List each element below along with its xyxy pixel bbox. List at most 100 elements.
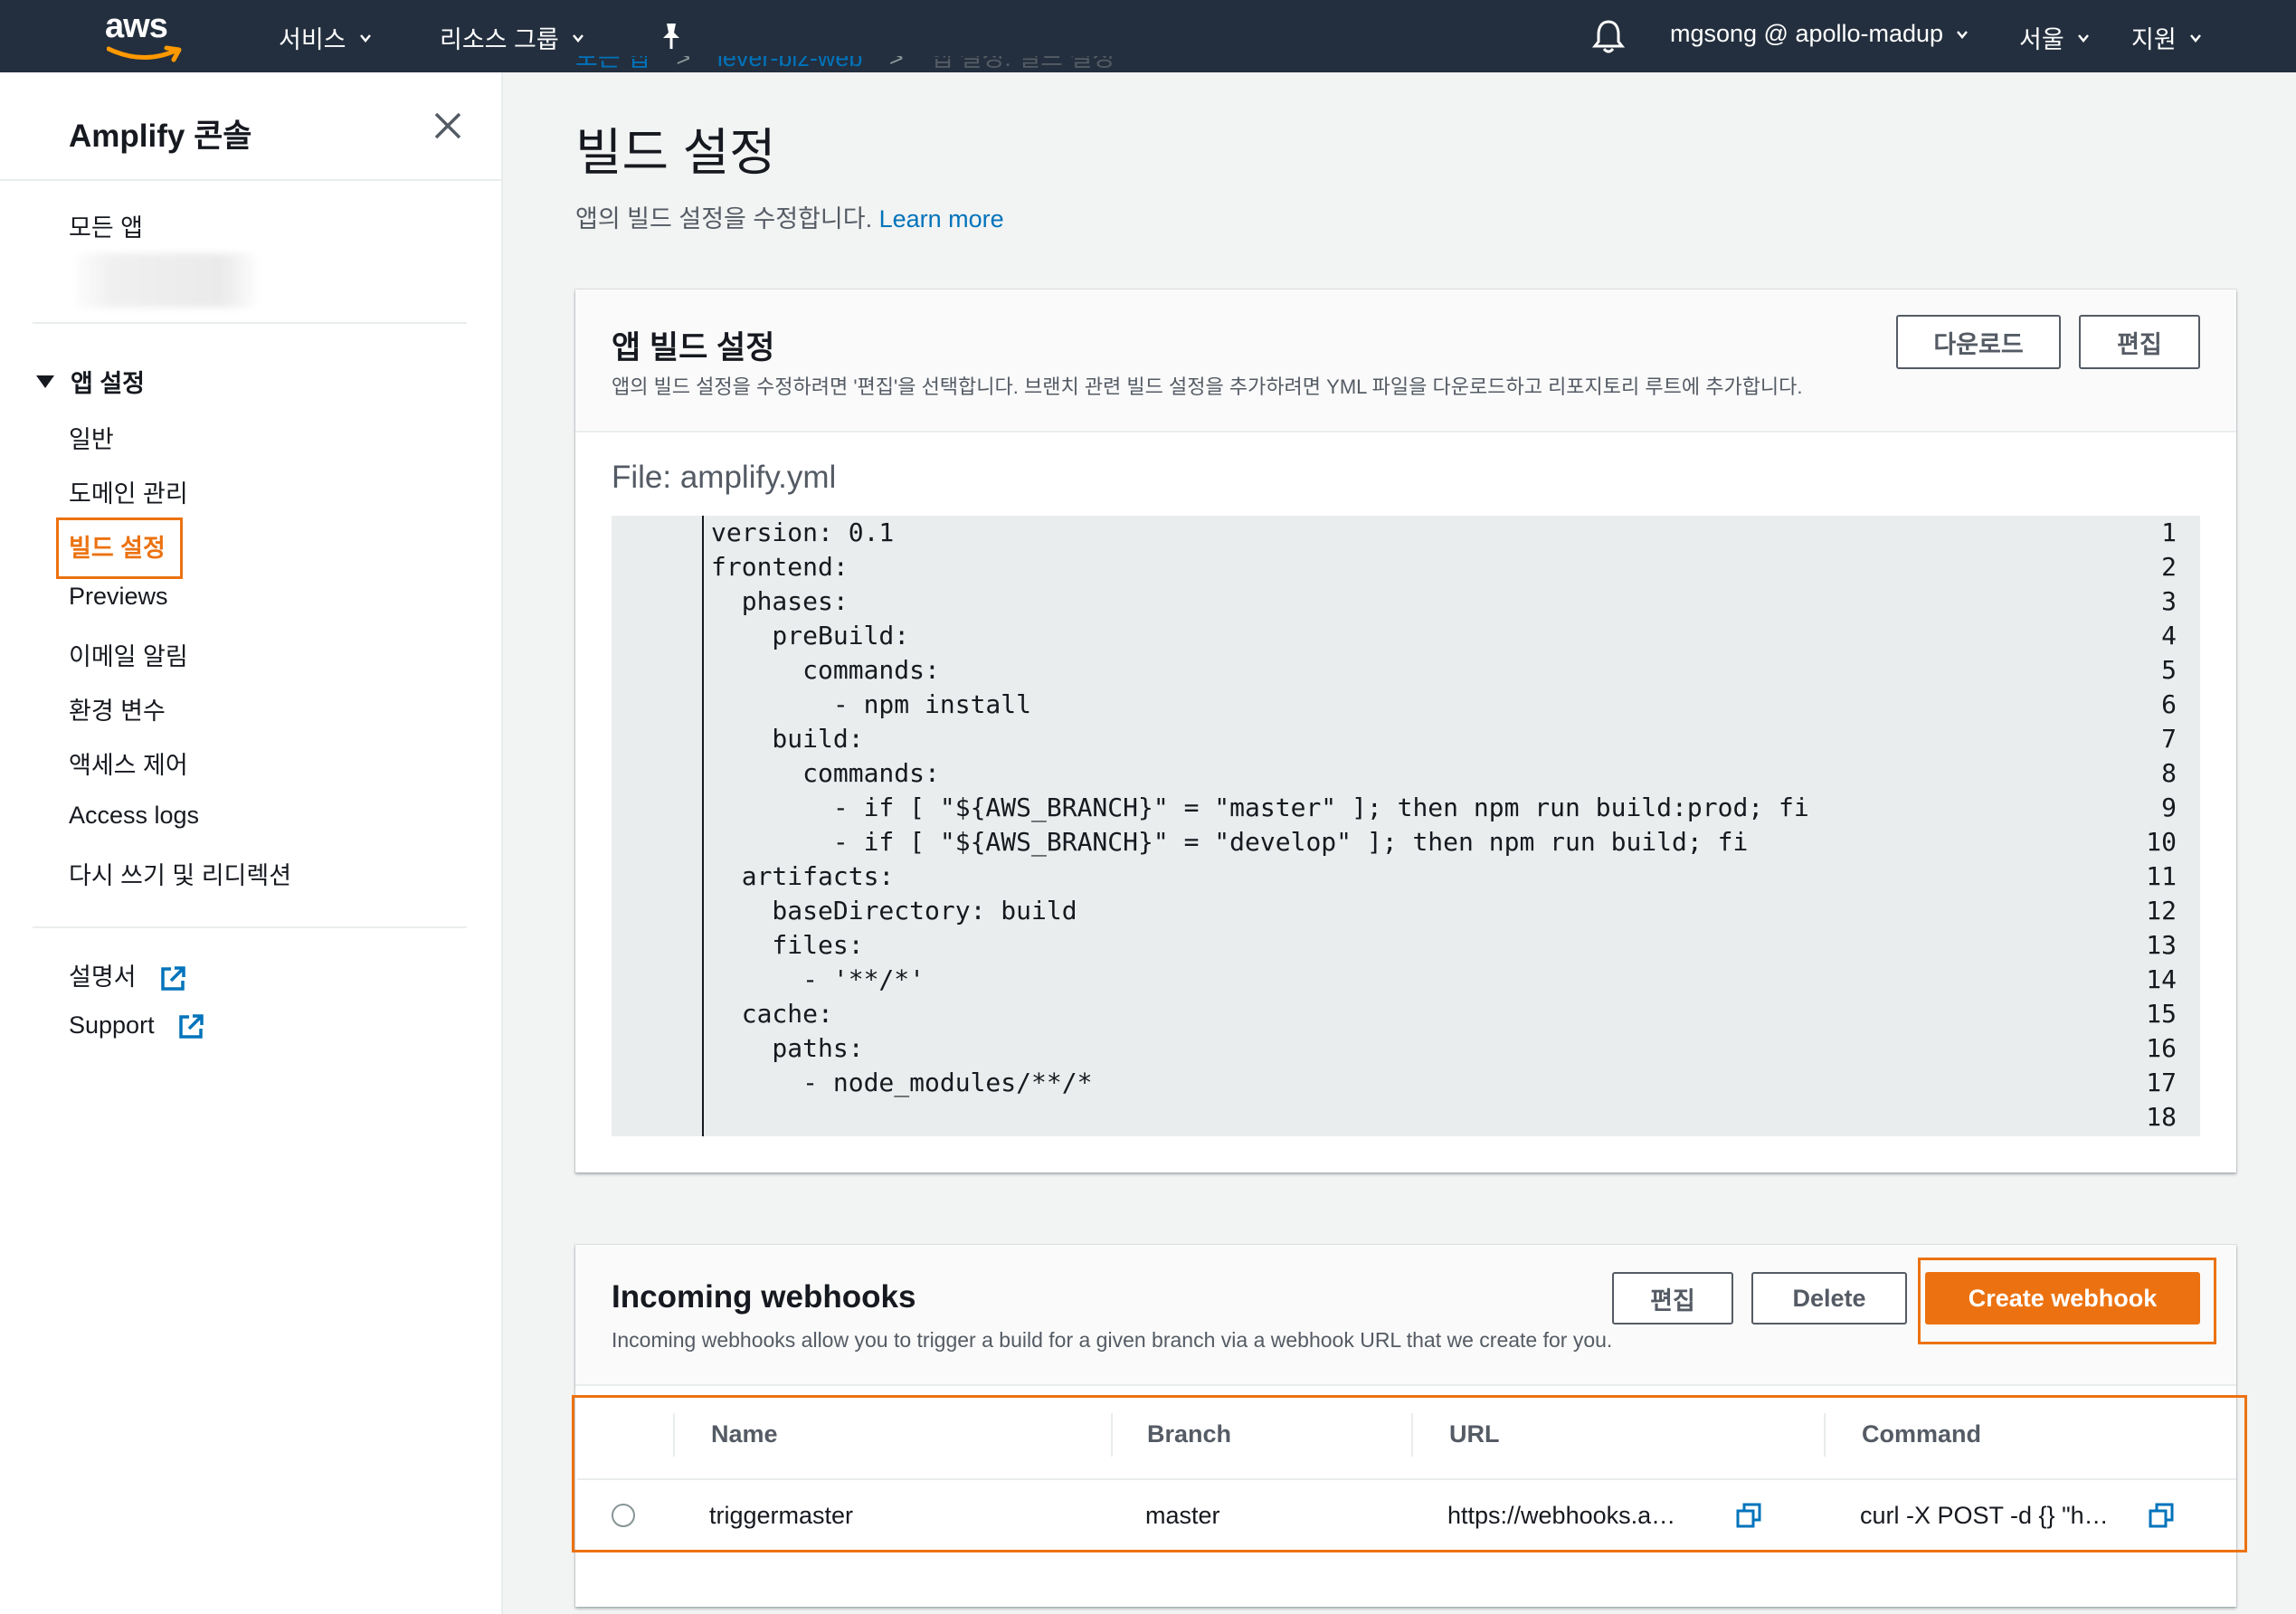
download-button[interactable]: 다운로드	[1896, 315, 2061, 369]
line-number: 16	[2146, 1033, 2177, 1063]
sidebar-item-access-control[interactable]: 액세스 제어	[69, 745, 188, 781]
code-line: version: 0.1	[711, 517, 895, 547]
learn-more-link[interactable]: Learn more	[879, 205, 1004, 233]
sidebar-item-environment-variables[interactable]: 환경 변수	[69, 691, 166, 726]
region-label: 서울	[2019, 26, 2064, 53]
account-label: mgsong @ apollo-madup	[1670, 20, 1944, 47]
code-line: frontend:	[711, 552, 849, 582]
sidebar-item-access-logs[interactable]: Access logs	[69, 802, 199, 830]
redacted-app-name[interactable]	[76, 253, 257, 308]
aws-logo-text: aws	[105, 7, 168, 45]
breadcrumb-all-apps[interactable]: 모든 앱	[575, 56, 650, 73]
pin-icon[interactable]	[659, 22, 684, 51]
docs-label: 설명서	[69, 964, 137, 991]
line-number: 3	[2161, 586, 2177, 616]
support-menu[interactable]: 지원	[2131, 20, 2202, 55]
close-icon[interactable]	[432, 110, 463, 141]
sidebar-item-docs[interactable]: 설명서	[69, 957, 186, 992]
chevron-down-icon	[1957, 30, 1969, 39]
code-line: cache:	[711, 999, 833, 1029]
line-number: 8	[2161, 758, 2177, 788]
code-line: - npm install	[711, 689, 1032, 719]
sidebar-item-domain-management[interactable]: 도메인 관리	[69, 474, 188, 509]
breadcrumb-app[interactable]: lever-biz-web	[717, 56, 863, 72]
code-line: commands:	[711, 655, 940, 685]
sidebar-title: Amplify 콘솔	[69, 119, 252, 154]
aws-smile-icon	[107, 45, 182, 62]
line-number: 6	[2161, 689, 2177, 719]
sidebar-item-general[interactable]: 일반	[69, 420, 114, 455]
page-title: 빌드 설정	[575, 124, 776, 181]
chevron-down-icon	[2077, 33, 2089, 43]
breadcrumb-separator: >	[888, 56, 904, 71]
webhook-delete-button[interactable]: Delete	[1751, 1272, 1907, 1324]
line-number: 12	[2146, 896, 2177, 926]
line-number: 1	[2161, 517, 2177, 547]
bell-icon[interactable]	[1592, 18, 1625, 54]
line-number: 13	[2146, 930, 2177, 960]
line-number: 11	[2146, 861, 2177, 891]
code-line: - node_modules/**/*	[711, 1068, 1093, 1097]
aws-logo[interactable]: aws	[105, 7, 186, 62]
support-label: 지원	[2131, 26, 2177, 53]
account-menu[interactable]: mgsong @ apollo-madup	[1670, 20, 1969, 48]
sidebar-item-support[interactable]: Support	[69, 1011, 204, 1040]
card-description: 앱의 빌드 설정을 수정하려면 '편집'을 선택합니다. 브랜치 관련 빌드 설…	[612, 375, 1803, 398]
code-editor[interactable]: 1 version: 0.1 2 frontend: 3 phases: 4 preBui…	[612, 516, 2200, 1136]
card-header: 앱 빌드 설정 앱의 빌드 설정을 수정하려면 '편집'을 선택합니다. 브랜치…	[575, 290, 2236, 432]
edit-button[interactable]: 편집	[2079, 315, 2200, 369]
code-line: phases:	[711, 586, 849, 616]
code-line: build:	[711, 724, 864, 754]
sidebar-divider	[33, 322, 467, 324]
code-line: artifacts:	[711, 861, 895, 891]
webhook-edit-button[interactable]: 편집	[1612, 1272, 1733, 1324]
sidebar-item-previews[interactable]: Previews	[69, 583, 168, 611]
code-line: commands:	[711, 758, 940, 788]
webhook-table-highlight	[572, 1395, 2247, 1552]
line-number: 2	[2161, 552, 2177, 582]
external-link-icon	[161, 966, 185, 991]
line-number: 18	[2146, 1102, 2177, 1132]
card-description: Incoming webhooks allow you to trigger a…	[612, 1328, 1613, 1352]
code-line: - if [ "${AWS_BRANCH}" = "develop" ]; th…	[711, 827, 1749, 857]
line-number: 9	[2161, 793, 2177, 822]
sidebar-header-divider	[0, 179, 503, 181]
caret-down-icon	[36, 375, 54, 388]
page-description: 앱의 빌드 설정을 수정합니다. Learn more	[575, 199, 1004, 234]
code-line: files:	[711, 930, 864, 960]
line-number: 7	[2161, 724, 2177, 754]
code-line: paths:	[711, 1033, 864, 1063]
sidebar-item-rewrites-redirects[interactable]: 다시 쓰기 및 리디렉션	[69, 856, 291, 891]
sidebar: Amplify 콘솔 모든 앱 앱 설정 일반 도메인 관리 빌드 설정 Pre…	[0, 72, 503, 1614]
breadcrumb: 모든 앱 > lever-biz-web > 앱 설정: 빌드 설정	[575, 56, 1115, 83]
sidebar-divider	[33, 926, 467, 928]
file-label: File: amplify.yml	[612, 460, 837, 495]
build-settings-highlight	[56, 517, 183, 579]
code-line: preBuild:	[711, 621, 910, 650]
support-link-label: Support	[69, 1011, 155, 1039]
code-line: - '**/*'	[711, 964, 925, 994]
sidebar-section-app-settings[interactable]: 앱 설정	[36, 364, 145, 399]
line-number: 5	[2161, 655, 2177, 685]
chevron-down-icon	[572, 33, 583, 43]
create-webhook-highlight	[1918, 1258, 2216, 1344]
line-number: 4	[2161, 621, 2177, 650]
resource-groups-menu[interactable]: 리소스 그룹	[440, 20, 584, 55]
services-label: 서비스	[279, 26, 346, 53]
services-menu[interactable]: 서비스	[279, 20, 372, 55]
region-menu[interactable]: 서울	[2019, 20, 2090, 55]
line-number: 17	[2146, 1068, 2177, 1097]
code-line: - if [ "${AWS_BRANCH}" = "master" ]; the…	[711, 793, 1809, 822]
sidebar-item-all-apps[interactable]: 모든 앱	[69, 208, 143, 243]
sidebar-item-email-notifications[interactable]: 이메일 알림	[69, 637, 188, 672]
chevron-down-icon	[2189, 33, 2201, 43]
breadcrumb-current: 앱 설정: 빌드 설정	[930, 56, 1115, 71]
line-number: 14	[2146, 964, 2177, 994]
resource-groups-label: 리소스 그룹	[440, 26, 559, 53]
card-title: Incoming webhooks	[612, 1279, 916, 1315]
external-link-icon	[179, 1014, 204, 1039]
line-number-gutter	[612, 516, 704, 1136]
chevron-down-icon	[359, 33, 371, 43]
line-number: 15	[2146, 999, 2177, 1029]
card-title: 앱 빌드 설정	[612, 330, 775, 366]
